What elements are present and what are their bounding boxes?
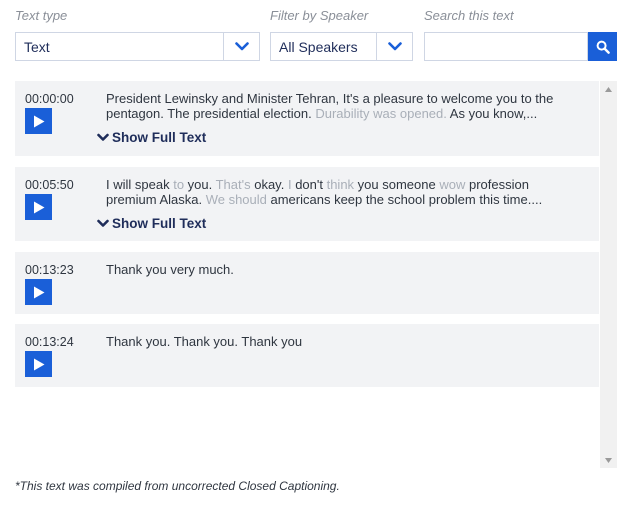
caption-word: okay.: [250, 177, 288, 192]
arrow-up-icon[interactable]: [600, 82, 617, 96]
text-type-label: Text type: [15, 8, 68, 23]
caption-word: Thank you very much.: [106, 262, 234, 277]
search-button[interactable]: [588, 32, 617, 61]
caption-word: pentagon. The presidential election.: [106, 106, 316, 121]
caption-line: pentagon. The presidential election. Dur…: [106, 106, 590, 121]
caption-text: President Lewinsky and Minister Tehran, …: [106, 91, 590, 121]
transcript-entry: 00:13:24 Thank you. Thank you. Thank you: [15, 324, 599, 387]
filter-controls: Text type Text Filter by Speaker All Spe…: [15, 8, 617, 64]
play-icon: [33, 286, 44, 298]
transcript-entry: 00:13:23 Thank you very much.: [15, 252, 599, 314]
caption-word: I will speak: [106, 177, 174, 192]
low-confidence-word: wow: [439, 177, 466, 192]
show-full-text-button[interactable]: Show Full Text: [97, 216, 206, 231]
timestamp: 00:13:24: [25, 335, 74, 349]
caption-word: As you know,...: [446, 106, 538, 121]
caption-word: Thank you. Thank you. Thank you: [106, 334, 303, 349]
caption-text: I will speak to you. That's okay. I don'…: [106, 177, 590, 207]
caption-line: Thank you. Thank you. Thank you: [106, 334, 590, 349]
caption-word: don't: [291, 177, 327, 192]
timestamp: 00:13:23: [25, 263, 74, 277]
chevron-down-icon: [376, 33, 412, 60]
chevron-down-icon: [97, 219, 109, 227]
caption-line: I will speak to you. That's okay. I don'…: [106, 177, 590, 192]
play-icon: [33, 115, 44, 127]
speaker-select[interactable]: All Speakers: [270, 32, 413, 61]
low-confidence-word: That's: [215, 177, 251, 192]
caption-word: you.: [184, 177, 216, 192]
show-full-text-label: Show Full Text: [112, 216, 207, 231]
show-full-text-label: Show Full Text: [112, 130, 207, 145]
text-type-value: Text: [24, 38, 50, 55]
arrow-down-icon[interactable]: [600, 453, 617, 467]
low-confidence-word: think: [326, 177, 355, 192]
caption-word: profession: [465, 177, 529, 192]
play-button[interactable]: [25, 108, 52, 134]
speaker-label: Filter by Speaker: [270, 8, 369, 23]
caption-line: Thank you very much.: [106, 262, 590, 277]
search-icon: [596, 40, 610, 54]
transcript-panel: 00:00:00 President Lewinsky and Minister…: [15, 81, 617, 468]
speaker-value: All Speakers: [279, 38, 358, 55]
caption-line: premium Alaska. We should americans keep…: [106, 192, 590, 207]
low-confidence-word: We should: [205, 192, 267, 207]
caption-word: premium Alaska.: [106, 192, 206, 207]
play-button[interactable]: [25, 351, 52, 377]
show-full-text-button[interactable]: Show Full Text: [97, 130, 206, 145]
timestamp: 00:00:00: [25, 92, 74, 106]
chevron-down-icon: [223, 33, 259, 60]
chevron-down-icon: [97, 133, 109, 141]
low-confidence-word: Durability was opened.: [315, 106, 447, 121]
play-button[interactable]: [25, 279, 52, 305]
timestamp: 00:05:50: [25, 178, 74, 192]
scrollbar[interactable]: [600, 81, 617, 468]
caption-text: Thank you very much.: [106, 262, 590, 277]
play-button[interactable]: [25, 194, 52, 220]
search-input[interactable]: [424, 32, 588, 61]
caption-text: Thank you. Thank you. Thank you: [106, 334, 590, 349]
caption-word: you someone: [354, 177, 440, 192]
transcript-entry: 00:05:50 I will speak to you. That's oka…: [15, 167, 599, 241]
play-icon: [33, 201, 44, 213]
transcript-list: 00:00:00 President Lewinsky and Minister…: [15, 81, 599, 468]
play-icon: [33, 358, 44, 370]
text-type-select[interactable]: Text: [15, 32, 260, 61]
caption-line: President Lewinsky and Minister Tehran, …: [106, 91, 590, 106]
transcript-entry: 00:00:00 President Lewinsky and Minister…: [15, 81, 599, 156]
closed-captioning-footnote: *This text was compiled from uncorrected…: [15, 479, 340, 493]
search-label: Search this text: [424, 8, 514, 23]
caption-word: President Lewinsky and Minister Tehran, …: [106, 91, 554, 106]
low-confidence-word: to: [173, 177, 185, 192]
caption-word: americans keep the school problem this t…: [266, 192, 543, 207]
